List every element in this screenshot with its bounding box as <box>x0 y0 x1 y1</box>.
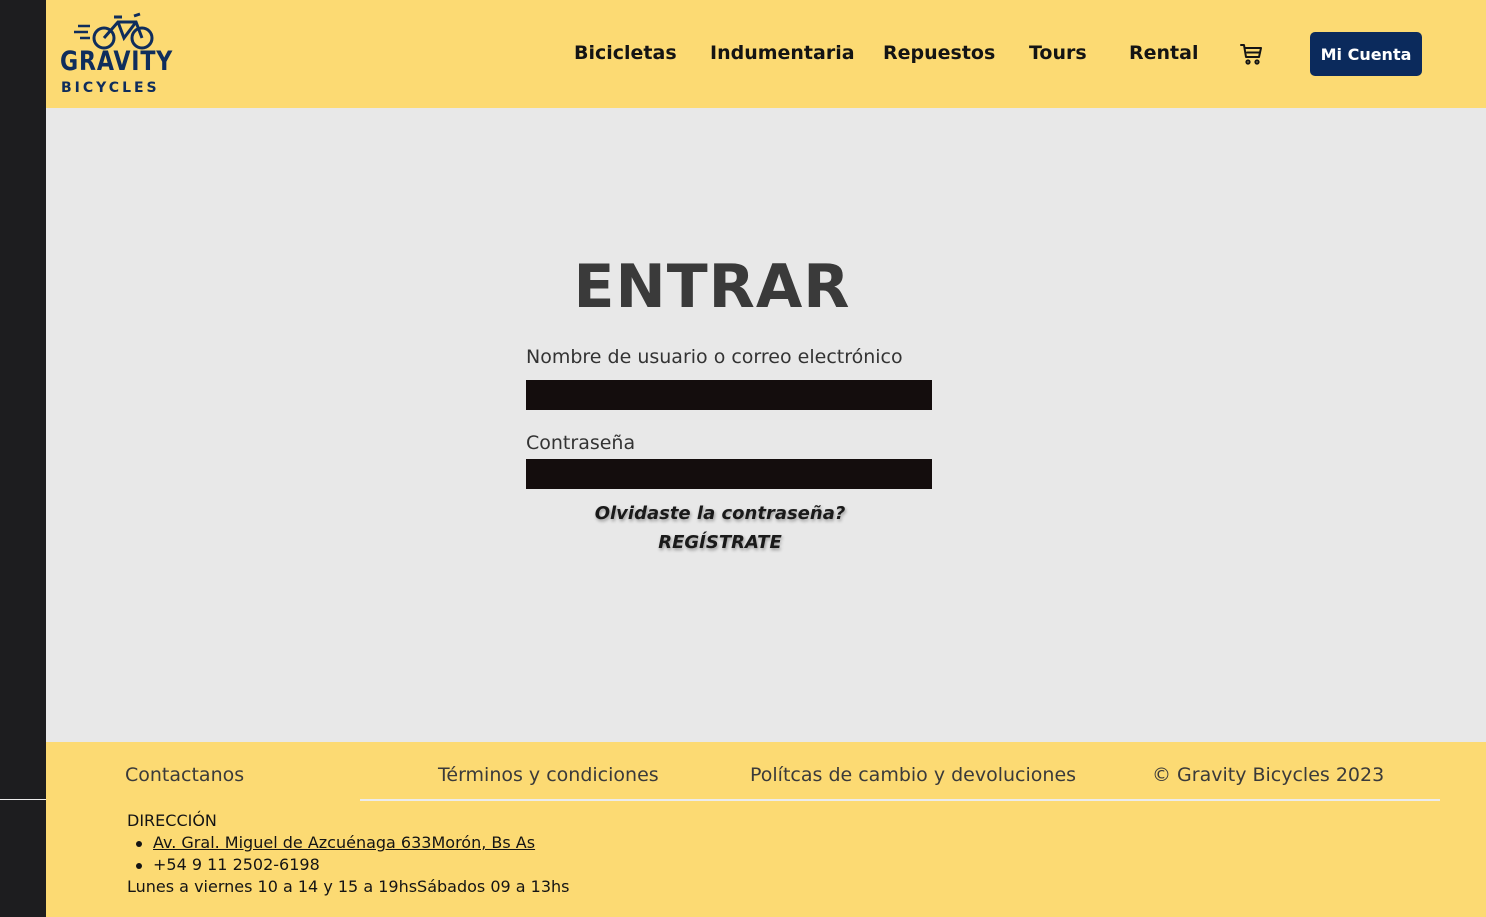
opening-hours: Lunes a viernes 10 a 14 y 15 a 19hsSábad… <box>127 877 570 896</box>
copyright-text: © Gravity Bicycles 2023 <box>1152 764 1385 786</box>
site-footer: Contactanos Términos y condiciones Polít… <box>46 742 1486 917</box>
footer-contactanos-link[interactable]: Contactanos <box>125 764 244 786</box>
password-field[interactable] <box>526 459 932 489</box>
footer-terminos-link[interactable]: Términos y condiciones <box>438 764 659 786</box>
username-field[interactable] <box>526 380 932 410</box>
list-item: +54 9 11 2502-6198 <box>127 854 570 876</box>
contact-info: DIRECCIÓN Av. Gral. Miguel de Azcuénaga … <box>127 810 570 898</box>
side-divider <box>0 799 46 800</box>
footer-divider <box>360 799 1440 801</box>
list-item: Av. Gral. Miguel de Azcuénaga 633Morón, … <box>127 832 570 854</box>
phone-number: +54 9 11 2502-6198 <box>153 855 320 874</box>
nav-tours[interactable]: Tours <box>1029 42 1087 68</box>
site-header: GRAVITY BICYCLES Bicicletas Indumentaria… <box>46 0 1486 108</box>
nav-indumentaria[interactable]: Indumentaria <box>710 42 855 68</box>
nav-repuestos[interactable]: Repuestos <box>883 42 995 68</box>
logo-word-bicycles: BICYCLES <box>61 80 160 96</box>
register-link[interactable]: REGÍSTRATE <box>520 532 920 553</box>
left-dark-strip <box>0 0 46 917</box>
contact-list: Av. Gral. Miguel de Azcuénaga 633Morón, … <box>127 832 570 876</box>
page-title: ENTRAR <box>573 252 851 322</box>
password-label: Contraseña <box>526 432 636 454</box>
gravity-bicycles-logo[interactable]: GRAVITY BICYCLES <box>60 8 174 100</box>
shopping-cart-icon[interactable] <box>1239 42 1263 66</box>
footer-politicas-link[interactable]: Polítcas de cambio y devoluciones <box>750 764 1076 786</box>
username-label: Nombre de usuario o correo electrónico <box>526 346 903 368</box>
nav-rental[interactable]: Rental <box>1129 42 1198 68</box>
address-heading: DIRECCIÓN <box>127 811 217 830</box>
nav-bicicletas[interactable]: Bicicletas <box>574 42 677 68</box>
address-link[interactable]: Av. Gral. Miguel de Azcuénaga 633Morón, … <box>153 833 535 852</box>
logo-word-gravity: GRAVITY <box>60 46 174 77</box>
forgot-password-link[interactable]: Olvidaste la contraseña? <box>520 503 920 524</box>
mi-cuenta-button[interactable]: Mi Cuenta <box>1310 32 1422 76</box>
